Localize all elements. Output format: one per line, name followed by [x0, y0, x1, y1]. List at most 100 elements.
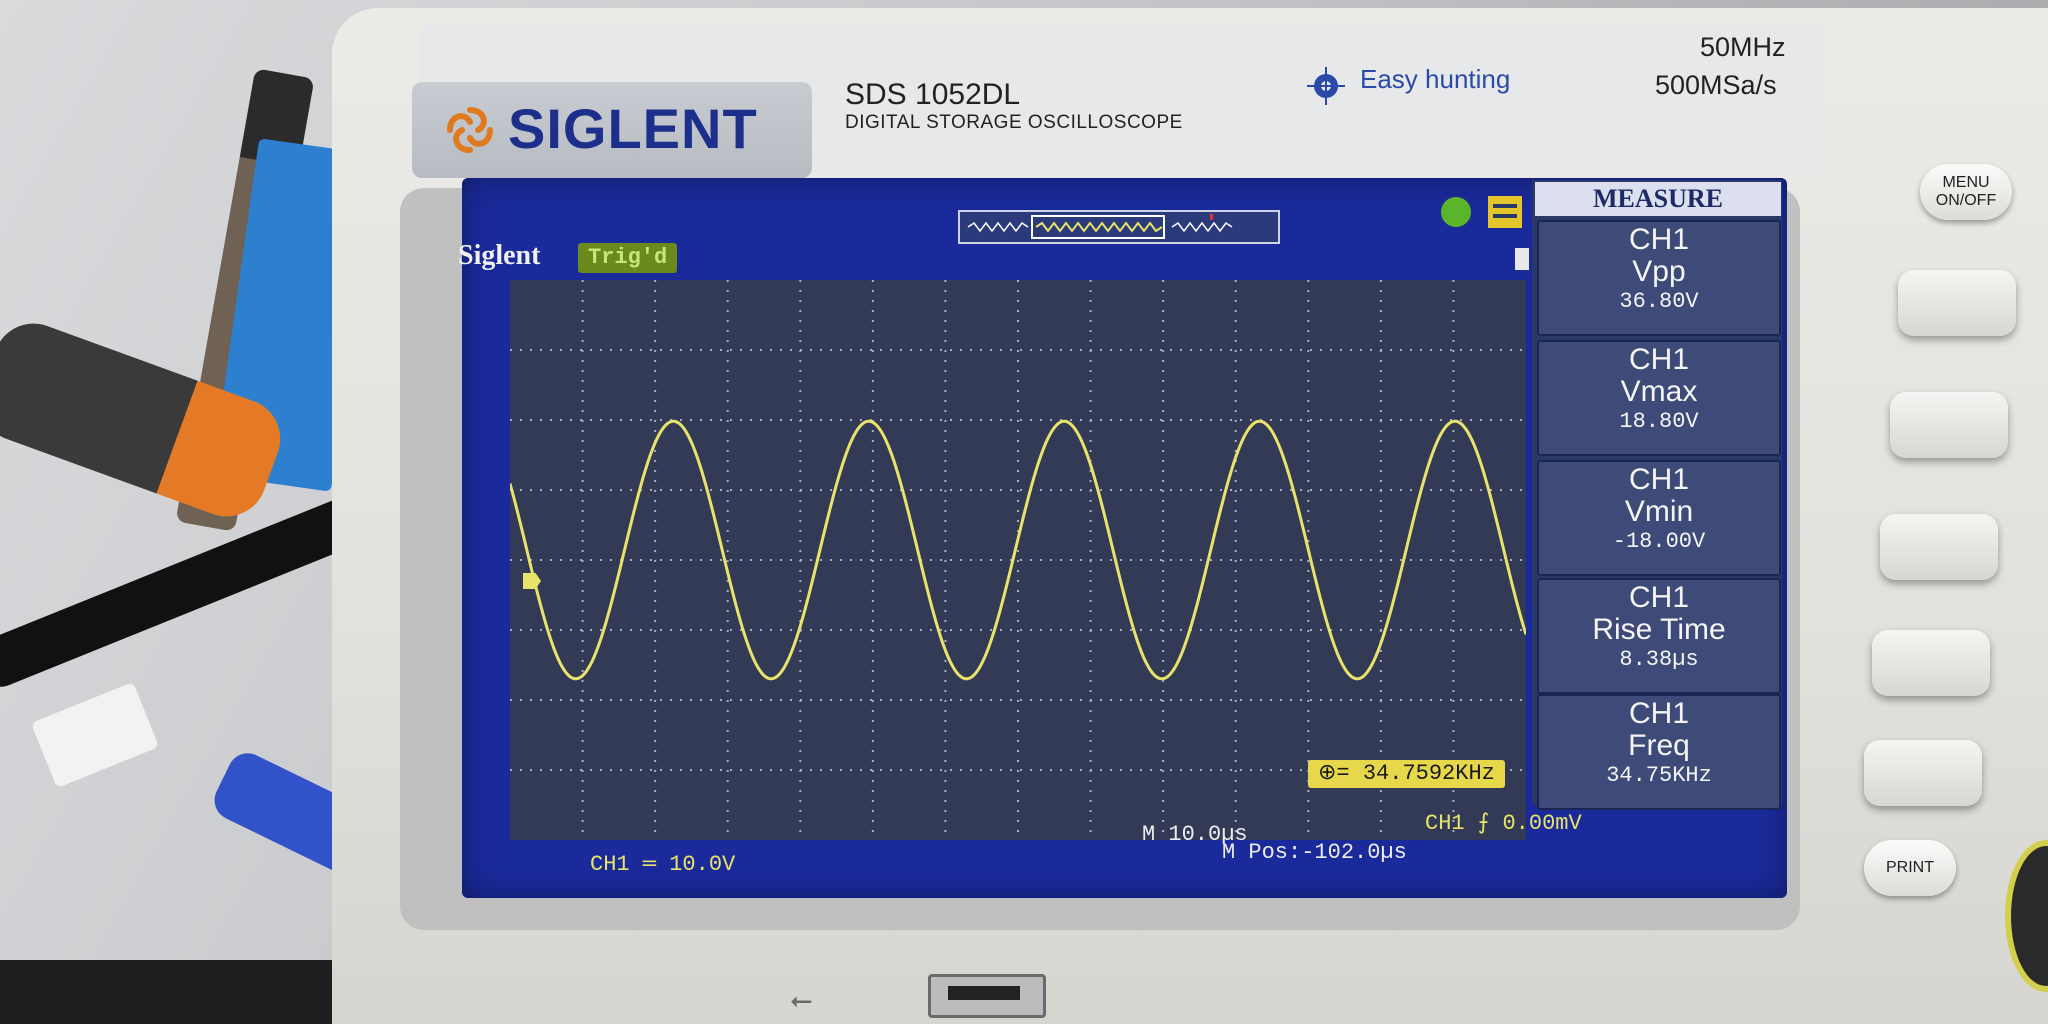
grid-dot: [1162, 520, 1165, 522]
grid-dot: [1020, 629, 1022, 631]
grid-dot: [944, 490, 947, 492]
grid-dot: [871, 540, 874, 542]
grid-dot: [1210, 629, 1212, 631]
grid-dot: [780, 629, 782, 631]
grid-dot: [1089, 300, 1092, 302]
grid-dot: [1190, 489, 1192, 491]
measurement-vmin[interactable]: CH1 Vmin -18.00V: [1537, 460, 1781, 576]
grid-dot: [1379, 280, 1382, 282]
softkey-1-button[interactable]: [1898, 270, 2016, 336]
grid-dot: [620, 629, 622, 631]
grid-dot: [900, 769, 902, 771]
measurement-freq[interactable]: CH1 Freq 34.75KHz: [1537, 694, 1781, 810]
grid-dot: [860, 349, 862, 351]
grid-dot: [1100, 769, 1102, 771]
menu-onoff-button[interactable]: MENU ON/OFF: [1920, 164, 2012, 220]
measurement-vmax[interactable]: CH1 Vmax 18.80V: [1537, 340, 1781, 456]
grid-dot: [510, 699, 512, 701]
grid-dot: [1452, 590, 1455, 592]
grid-dot: [680, 349, 682, 351]
softkey-4-button[interactable]: [1872, 630, 1990, 696]
grid-dot: [1520, 489, 1522, 491]
grid-dot: [726, 520, 729, 522]
grid-dot: [1010, 489, 1012, 491]
measurement-rise-time[interactable]: CH1 Rise Time 8.38µs: [1537, 578, 1781, 694]
print-button[interactable]: PRINT: [1864, 840, 1956, 896]
grid-dot: [1162, 650, 1165, 652]
grid-dot: [750, 559, 752, 561]
grid-dot: [654, 710, 657, 712]
grid-dot: [630, 419, 632, 421]
grid-dot: [1017, 330, 1019, 332]
grid-dot: [640, 629, 642, 631]
grid-dot: [1162, 600, 1165, 602]
grid-dot: [1162, 770, 1165, 772]
grid-dot: [654, 620, 657, 622]
grid-dot: [1452, 290, 1455, 292]
grid-dot: [654, 720, 657, 722]
grid-dot: [1350, 349, 1352, 351]
grid-dot: [944, 770, 947, 772]
grid-dot: [944, 410, 947, 412]
grid-dot: [790, 629, 792, 631]
grid-dot: [670, 769, 672, 771]
grid-dot: [1320, 349, 1322, 351]
grid-dot: [1234, 770, 1237, 772]
grid-dot: [730, 559, 732, 561]
grid-dot: [1450, 629, 1452, 631]
grid-dot: [1162, 580, 1165, 582]
grid-dot: [580, 769, 582, 771]
grid-dot: [840, 349, 842, 351]
grid-dot: [850, 769, 852, 771]
grid-dot: [1017, 480, 1019, 482]
grid-dot: [871, 430, 874, 432]
softkey-5-button[interactable]: [1864, 740, 1982, 806]
grid-dot: [1520, 629, 1522, 631]
softkey-3-button[interactable]: [1880, 514, 1998, 580]
grid-dot: [1234, 380, 1237, 382]
measurement-vpp[interactable]: CH1 Vpp 36.80V: [1537, 220, 1781, 336]
measurement-value: -18.00V: [1612, 529, 1706, 554]
grid-dot: [944, 330, 947, 332]
grid-dot: [654, 770, 657, 772]
grid-dot: [1162, 700, 1165, 702]
grid-dot: [760, 349, 762, 351]
grid-dot: [1234, 740, 1237, 742]
grid-dot: [581, 750, 584, 752]
grid-dot: [581, 530, 584, 532]
grid-dot: [1300, 699, 1302, 701]
grid-dot: [580, 489, 582, 491]
grid-dot: [1017, 470, 1019, 472]
grid-dot: [680, 629, 682, 631]
grid-dot: [944, 720, 947, 722]
grid-dot: [720, 489, 722, 491]
grid-dot: [1190, 559, 1192, 561]
softkey-2-button[interactable]: [1890, 392, 2008, 458]
grid-dot: [1110, 489, 1112, 491]
grid-dot: [910, 769, 912, 771]
grid-dot: [1017, 630, 1019, 632]
grid-dot: [890, 349, 892, 351]
grid-dot: [871, 350, 874, 352]
grid-dot: [1420, 699, 1422, 701]
grid-dot: [799, 740, 802, 742]
grid-dot: [581, 740, 584, 742]
grid-dot: [1379, 550, 1382, 552]
grid-dot: [860, 419, 862, 421]
grid-dot: [1162, 480, 1165, 482]
grid-dot: [581, 360, 584, 362]
grid-dot: [1450, 489, 1452, 491]
grid-dot: [726, 290, 729, 292]
grid-dot: [871, 710, 874, 712]
grid-dot: [890, 559, 892, 561]
grid-dot: [640, 769, 642, 771]
grid-dot: [1340, 349, 1342, 351]
grid-dot: [1020, 489, 1022, 491]
grid-dot: [910, 349, 912, 351]
grid-dot: [1307, 720, 1310, 722]
grid-dot: [799, 410, 802, 412]
grid-dot: [1089, 620, 1092, 622]
grid-dot: [581, 640, 584, 642]
grid-dot: [1370, 489, 1372, 491]
grid-dot: [1162, 350, 1165, 352]
